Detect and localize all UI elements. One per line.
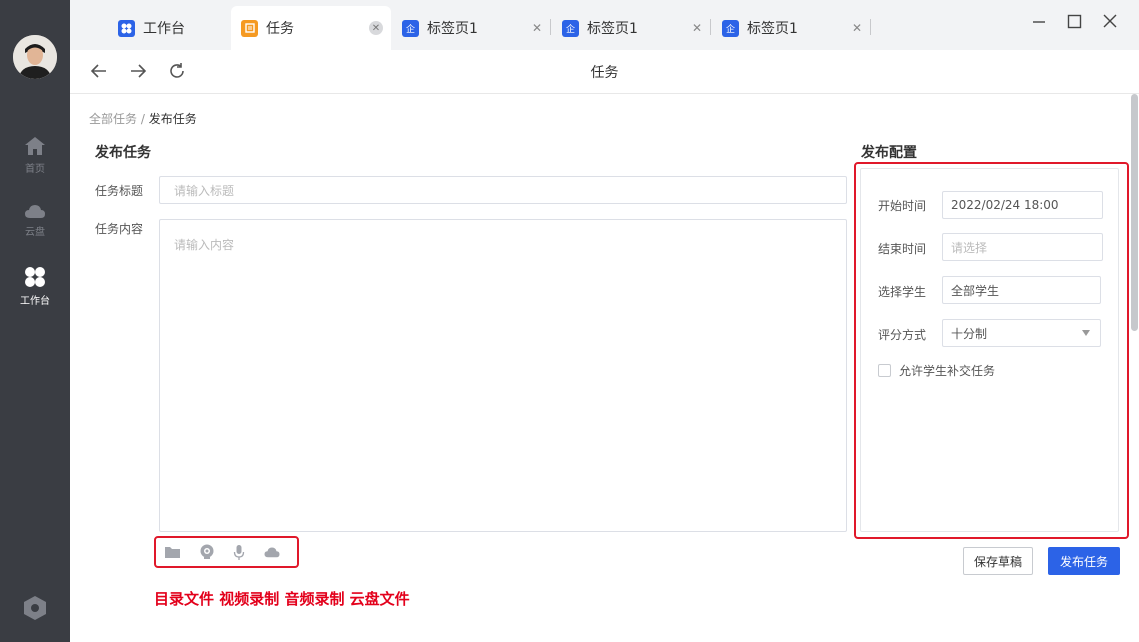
maximize-icon[interactable] [1067, 13, 1083, 34]
microphone-icon[interactable] [233, 544, 245, 561]
select-student-input[interactable]: 全部学生 [942, 276, 1101, 304]
task-content-textarea[interactable]: 请输入内容 [159, 219, 847, 532]
cloud-icon[interactable] [263, 546, 281, 558]
save-draft-button[interactable]: 保存草稿 [963, 547, 1033, 575]
content-label: 任务内容 [95, 222, 144, 236]
tab-label: 标签页1 [427, 21, 478, 37]
start-time-label: 开始时间 [878, 199, 927, 213]
tab-page-3[interactable]: 企 标签页1 ✕ [722, 6, 870, 50]
camera-icon[interactable] [199, 544, 215, 560]
tab-bar: 工作台 任务 ✕ 企 标签页1 ✕ 企 标签页1 ✕ 企 标签页1 ✕ [70, 0, 1139, 50]
rail-item-cloud[interactable]: 云盘 [0, 203, 70, 238]
rail-item-workbench[interactable]: 工作台 [0, 266, 70, 307]
close-icon[interactable]: ✕ [692, 21, 702, 35]
tab-page-1[interactable]: 企 标签页1 ✕ [402, 6, 550, 50]
avatar[interactable] [13, 35, 57, 79]
attachment-toolbar [154, 536, 299, 568]
chevron-down-icon [1082, 330, 1090, 336]
scrollbar[interactable] [1129, 94, 1139, 642]
tab-task[interactable]: 任务 ✕ [231, 6, 391, 50]
task-title-input[interactable]: 请输入标题 [159, 176, 847, 204]
home-icon [25, 137, 45, 155]
tab-workbench[interactable]: 工作台 [118, 6, 228, 50]
left-rail: 首页 云盘 工作台 [0, 0, 70, 642]
rail-item-home[interactable]: 首页 [0, 136, 70, 175]
cloud-icon [25, 205, 45, 218]
tab-divider [870, 19, 871, 35]
hexagon-settings-icon[interactable] [23, 595, 47, 625]
workbench-icon [118, 19, 135, 37]
late-submit-checkbox[interactable] [878, 364, 891, 377]
grading-method-select[interactable]: 十分制 [942, 319, 1101, 347]
toolbar-annotation: 目录文件 视频录制 音频录制 云盘文件 [154, 590, 410, 608]
rail-item-label: 工作台 [20, 296, 50, 307]
page-title: 任务 [590, 65, 619, 81]
close-icon[interactable]: ✕ [369, 21, 383, 35]
publish-task-button[interactable]: 发布任务 [1048, 547, 1120, 575]
end-time-label: 结束时间 [878, 242, 927, 256]
tab-divider [550, 19, 551, 35]
workbench-icon [25, 267, 45, 287]
start-time-input[interactable]: 2022/02/24 18:00 [942, 191, 1103, 219]
form-section-title: 发布任务 [95, 145, 151, 161]
task-icon [241, 19, 258, 37]
title-label: 任务标题 [95, 184, 144, 198]
tab-label: 标签页1 [587, 21, 638, 37]
config-section-title: 发布配置 [861, 145, 917, 161]
enterprise-icon: 企 [722, 19, 739, 37]
rail-item-label: 首页 [25, 164, 45, 175]
scroll-thumb[interactable] [1131, 94, 1138, 331]
breadcrumb-current: 发布任务 [148, 112, 197, 126]
select-student-label: 选择学生 [878, 285, 927, 299]
folder-icon[interactable] [164, 545, 181, 559]
main-content: 全部任务 / 发布任务 发布任务 任务标题 请输入标题 任务内容 请输入内容 目… [70, 94, 1139, 642]
tab-label: 任务 [266, 21, 294, 37]
grading-method-label: 评分方式 [878, 328, 927, 342]
nav-bar: 任务 [70, 50, 1139, 94]
tab-divider [710, 19, 711, 35]
config-panel [860, 168, 1119, 532]
grading-method-value: 十分制 [951, 326, 988, 341]
close-window-icon[interactable] [1102, 13, 1118, 34]
breadcrumb: 全部任务 / 发布任务 [89, 112, 197, 126]
end-time-input[interactable]: 请选择 [942, 233, 1103, 261]
tab-label: 工作台 [143, 21, 185, 37]
breadcrumb-link[interactable]: 全部任务 [89, 112, 137, 126]
minimize-icon[interactable] [1032, 13, 1046, 34]
tab-page-2[interactable]: 企 标签页1 ✕ [562, 6, 710, 50]
tab-label: 标签页1 [747, 21, 798, 37]
close-icon[interactable]: ✕ [852, 21, 862, 35]
late-submit-label[interactable]: 允许学生补交任务 [899, 362, 995, 379]
rail-item-label: 云盘 [25, 227, 45, 238]
enterprise-icon: 企 [402, 19, 419, 37]
close-icon[interactable]: ✕ [532, 21, 542, 35]
enterprise-icon: 企 [562, 19, 579, 37]
